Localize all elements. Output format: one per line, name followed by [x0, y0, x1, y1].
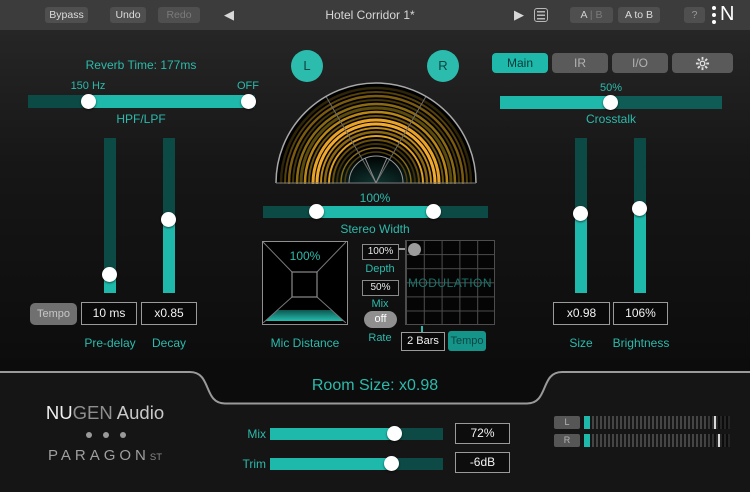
left-channel-badge[interactable]: L: [291, 50, 323, 82]
previous-preset-icon[interactable]: ◀: [224, 8, 234, 22]
next-preset-icon[interactable]: ▶: [514, 8, 524, 22]
modulation-pad-handle[interactable]: [408, 243, 421, 256]
brightness-label: Brightness: [605, 336, 677, 350]
stereo-width-right-handle[interactable]: [426, 204, 441, 219]
brand-audio: Audio: [113, 402, 164, 423]
brand-dots-icon: [86, 432, 126, 438]
a-to-b-button[interactable]: A to B: [618, 7, 660, 23]
meter-left-bar: [584, 416, 730, 429]
meter-right-button[interactable]: R: [554, 434, 580, 447]
nugen-audio-logo: NUGEN Audio: [10, 402, 200, 424]
preset-menu-icon[interactable]: [534, 8, 548, 22]
help-button[interactable]: ?: [684, 7, 705, 23]
meter-right-peak-tick: [718, 434, 720, 447]
trim-handle[interactable]: [384, 456, 399, 471]
stereo-width-label: Stereo Width: [315, 222, 435, 236]
mod-mix-value-box[interactable]: 50%: [362, 280, 399, 296]
mod-mix-label: Mix: [355, 298, 405, 310]
gear-icon: [695, 56, 710, 71]
mix-handle[interactable]: [387, 426, 402, 441]
tab-ir[interactable]: IR: [552, 53, 608, 73]
stereo-width-left-handle[interactable]: [309, 204, 324, 219]
modulation-y-tick: [398, 248, 405, 250]
redo-button[interactable]: Redo: [158, 7, 200, 23]
predelay-value-box[interactable]: 10 ms: [81, 302, 137, 325]
decay-value-box[interactable]: x0.85: [141, 302, 197, 325]
trim-slider[interactable]: [270, 458, 443, 470]
crosstalk-label: Crosstalk: [561, 112, 661, 126]
brand-gen: GEN: [73, 402, 113, 423]
brand-nu: NU: [46, 402, 73, 423]
meter-right-level: [584, 434, 590, 447]
nugen-n-logo[interactable]: N: [720, 3, 734, 26]
paragon-plugin-window: Bypass Undo Redo ◀ Hotel Corridor 1* ▶ A…: [0, 0, 750, 492]
product-paragon: PARAGON: [48, 447, 150, 464]
reverb-time-readout: Reverb Time: 177ms: [31, 58, 251, 72]
predelay-handle[interactable]: [102, 267, 117, 282]
trim-value-box[interactable]: -6dB: [455, 452, 510, 473]
settings-tab-button[interactable]: [672, 53, 733, 73]
mod-rate-toggle[interactable]: off: [364, 311, 397, 328]
product-name: PARAGONST: [10, 447, 200, 465]
size-handle[interactable]: [573, 206, 588, 221]
brightness-value-box[interactable]: 106%: [613, 302, 668, 325]
preset-title: Hotel Corridor 1*: [260, 8, 480, 22]
meter-left-level: [584, 416, 590, 429]
trim-label: Trim: [226, 457, 266, 471]
modulation-overlay-label: MODULATION: [405, 276, 495, 290]
meter-right-bar: [584, 434, 730, 447]
decay-handle[interactable]: [161, 212, 176, 227]
brightness-handle[interactable]: [632, 201, 647, 216]
mix-value-box[interactable]: 72%: [455, 423, 510, 444]
meter-left-peak-tick: [714, 416, 716, 429]
stereo-width-slider[interactable]: [263, 206, 488, 218]
lpf-value-label: OFF: [228, 80, 268, 92]
mix-slider[interactable]: [270, 428, 443, 440]
mic-distance-value: 100%: [265, 249, 345, 263]
product-st: ST: [150, 452, 162, 463]
room-size-readout: Room Size: x0.98: [255, 377, 495, 395]
bypass-button[interactable]: Bypass: [45, 7, 88, 23]
crosstalk-handle[interactable]: [603, 95, 618, 110]
nugen-logo-dots-icon: [712, 5, 718, 27]
hpf-lpf-slider[interactable]: [28, 95, 255, 108]
decay-label: Decay: [139, 336, 199, 350]
tab-main[interactable]: Main: [492, 53, 548, 73]
hpf-lpf-label: HPF/LPF: [31, 112, 251, 126]
mod-bars-value-box[interactable]: 2 Bars: [401, 332, 445, 351]
hpf-handle[interactable]: [81, 94, 96, 109]
undo-button[interactable]: Undo: [110, 7, 146, 23]
tab-io[interactable]: I/O: [612, 53, 668, 73]
predelay-label: Pre-delay: [70, 336, 150, 350]
hpf-value-label: 150 Hz: [58, 80, 118, 92]
right-channel-badge[interactable]: R: [427, 50, 459, 82]
ab-compare-button[interactable]: A | B: [570, 7, 613, 23]
mod-depth-value-box[interactable]: 100%: [362, 244, 399, 260]
mix-label: Mix: [226, 427, 266, 441]
size-label: Size: [551, 336, 611, 350]
stereo-width-value: 100%: [315, 191, 435, 205]
reverb-radar-display: [275, 82, 477, 184]
lpf-handle[interactable]: [241, 94, 256, 109]
ab-b-label: B: [595, 9, 602, 21]
mod-depth-label: Depth: [355, 263, 405, 275]
meter-left-button[interactable]: L: [554, 416, 580, 429]
predelay-tempo-toggle[interactable]: Tempo: [30, 303, 77, 325]
mic-distance-label: Mic Distance: [260, 336, 350, 350]
mod-tempo-toggle[interactable]: Tempo: [448, 331, 486, 351]
size-value-box[interactable]: x0.98: [553, 302, 610, 325]
mod-rate-label: Rate: [355, 332, 405, 344]
crosstalk-value: 50%: [581, 82, 641, 94]
